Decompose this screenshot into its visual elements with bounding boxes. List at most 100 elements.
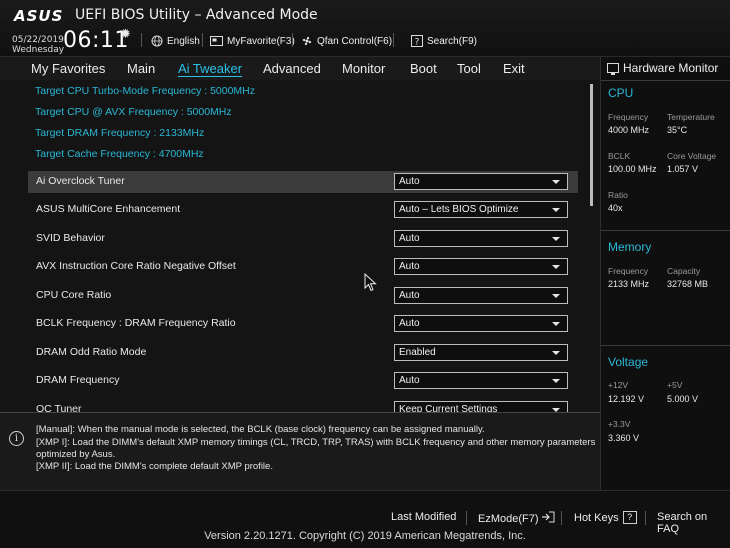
avx-ratio-offset-dropdown[interactable]: Auto	[394, 258, 568, 275]
setting-svid-behavior[interactable]: SVID Behavior Auto	[28, 228, 578, 250]
multicore-enhancement-dropdown[interactable]: Auto – Lets BIOS Optimize	[394, 201, 568, 218]
asus-logo: ASUS	[14, 7, 64, 25]
setting-label: SVID Behavior	[36, 232, 105, 244]
fan-icon	[300, 35, 313, 47]
chevron-down-icon	[552, 237, 560, 241]
dropdown-value: Auto	[399, 290, 420, 301]
tab-monitor[interactable]: Monitor	[342, 61, 385, 76]
svid-behavior-dropdown[interactable]: Auto	[394, 230, 568, 247]
setting-dram-odd-ratio[interactable]: DRAM Odd Ratio Mode Enabled	[28, 342, 578, 364]
qfan-control-button[interactable]: Qfan Control(F6)	[300, 33, 392, 49]
oc-tuner-dropdown[interactable]: Keep Current Settings	[394, 401, 568, 412]
setting-oc-tuner[interactable]: OC Tuner Keep Current Settings	[28, 399, 578, 412]
search-button[interactable]: ? Search(F9)	[410, 33, 477, 49]
memory-frequency-value: 2133 MHz	[608, 279, 650, 289]
ratio-label: Ratio	[608, 190, 628, 200]
setting-label: ASUS MultiCore Enhancement	[36, 203, 181, 215]
v12-label: +12V	[608, 380, 629, 390]
setting-label: AVX Instruction Core Ratio Negative Offs…	[36, 260, 236, 272]
info-turbo-frequency: Target CPU Turbo-Mode Frequency : 5000MH…	[35, 85, 256, 97]
memory-frequency-label: Frequency	[608, 266, 649, 276]
setting-bclk-dram-ratio[interactable]: BCLK Frequency : DRAM Frequency Ratio Au…	[28, 313, 578, 335]
chevron-down-icon	[552, 351, 560, 355]
hot-keys-button[interactable]: Hot Keys ?	[574, 511, 637, 524]
setting-label: DRAM Odd Ratio Mode	[36, 346, 147, 358]
cpu-frequency-label: Frequency	[608, 112, 649, 122]
description-line: [Manual]: When the manual mode is select…	[36, 424, 485, 435]
setting-avx-ratio-offset[interactable]: AVX Instruction Core Ratio Negative Offs…	[28, 256, 578, 278]
info-icon: i	[9, 431, 24, 446]
core-voltage-value: 1.057 V	[667, 164, 699, 174]
separator	[561, 511, 562, 525]
separator	[466, 511, 467, 525]
globe-icon	[150, 35, 163, 47]
ai-overclock-tuner-dropdown[interactable]: Auto	[394, 173, 568, 190]
svg-text:?: ?	[414, 38, 419, 48]
dropdown-value: Auto	[399, 233, 420, 244]
chevron-down-icon	[552, 379, 560, 383]
setting-cpu-core-ratio[interactable]: CPU Core Ratio Auto	[28, 285, 578, 307]
memory-section-title: Memory	[608, 240, 652, 254]
cpu-section-title: CPU	[608, 86, 634, 100]
divider	[601, 345, 730, 346]
separator	[292, 33, 293, 47]
dropdown-value: Keep Current Settings	[399, 404, 498, 412]
scrollbar[interactable]	[590, 84, 593, 206]
v33-label: +3.3V	[608, 419, 631, 429]
description-panel: i [Manual]: When the manual mode is sele…	[0, 412, 600, 490]
date-display: 05/22/2019 Wednesday	[12, 35, 64, 55]
separator	[393, 33, 394, 47]
favorite-icon	[210, 35, 223, 47]
info-avx-frequency: Target CPU @ AVX Frequency : 5000MHz	[35, 106, 232, 118]
ezmode-button[interactable]: EzMode(F7)	[478, 511, 555, 526]
chevron-down-icon	[552, 294, 560, 298]
tab-advanced[interactable]: Advanced	[263, 61, 321, 76]
clock-settings-icon[interactable]: ✹	[120, 27, 131, 42]
tab-ai-tweaker[interactable]: Ai Tweaker	[178, 61, 242, 76]
myfavorite-button[interactable]: MyFavorite(F3)	[210, 33, 295, 49]
separator	[202, 33, 203, 47]
v12-value: 12.192 V	[608, 394, 645, 404]
weekday-text: Wednesday	[12, 45, 65, 55]
v33-value: 3.360 V	[608, 433, 640, 443]
setting-label: OC Tuner	[36, 403, 82, 412]
tab-main[interactable]: Main	[127, 61, 155, 76]
dropdown-value: Auto	[399, 375, 420, 386]
setting-ai-overclock-tuner[interactable]: Ai Overclock Tuner Auto	[28, 171, 578, 193]
mouse-cursor-icon	[364, 273, 377, 292]
exit-arrow-icon	[541, 511, 555, 526]
last-modified-button[interactable]: Last Modified	[391, 511, 456, 523]
separator	[141, 33, 142, 47]
cpu-temperature-value: 35°C	[667, 125, 688, 135]
help-key-icon: ?	[622, 511, 637, 524]
setting-dram-frequency[interactable]: DRAM Frequency Auto	[28, 370, 578, 392]
voltage-section-title: Voltage	[608, 355, 649, 369]
settings-panel: Target CPU Turbo-Mode Frequency : 5000MH…	[0, 80, 600, 412]
description-line: optimized by Asus.	[36, 449, 116, 460]
tab-my-favorites[interactable]: My Favorites	[31, 61, 105, 76]
copyright-text: Version 2.20.1271. Copyright (C) 2019 Am…	[204, 530, 526, 542]
bclk-label: BCLK	[608, 151, 631, 161]
dram-frequency-dropdown[interactable]: Auto	[394, 372, 568, 389]
bclk-dram-ratio-dropdown[interactable]: Auto	[394, 315, 568, 332]
memory-capacity-label: Capacity	[667, 266, 701, 276]
qfan-label: Qfan Control(F6)	[317, 35, 393, 47]
separator	[645, 511, 646, 525]
cpu-frequency-value: 4000 MHz	[608, 125, 650, 135]
hardware-monitor-panel: Hardware Monitor CPU Frequency 4000 MHz …	[600, 57, 730, 490]
chevron-down-icon	[552, 208, 560, 212]
hot-keys-label: Hot Keys	[574, 511, 619, 524]
tab-tool[interactable]: Tool	[457, 61, 481, 76]
dropdown-value: Enabled	[399, 347, 436, 358]
cpu-temperature-label: Temperature	[667, 112, 715, 122]
setting-label: DRAM Frequency	[36, 374, 120, 386]
dram-odd-ratio-dropdown[interactable]: Enabled	[394, 344, 568, 361]
footer-bar: Last Modified EzMode(F7) Hot Keys ? Sear…	[0, 490, 730, 548]
divider	[601, 80, 730, 81]
language-button[interactable]: English	[150, 33, 200, 49]
tab-boot[interactable]: Boot	[410, 61, 437, 76]
cpu-core-ratio-dropdown[interactable]: Auto	[394, 287, 568, 304]
tab-exit[interactable]: Exit	[503, 61, 525, 76]
chevron-down-icon	[552, 265, 560, 269]
setting-multicore-enhancement[interactable]: ASUS MultiCore Enhancement Auto – Lets B…	[28, 199, 578, 221]
